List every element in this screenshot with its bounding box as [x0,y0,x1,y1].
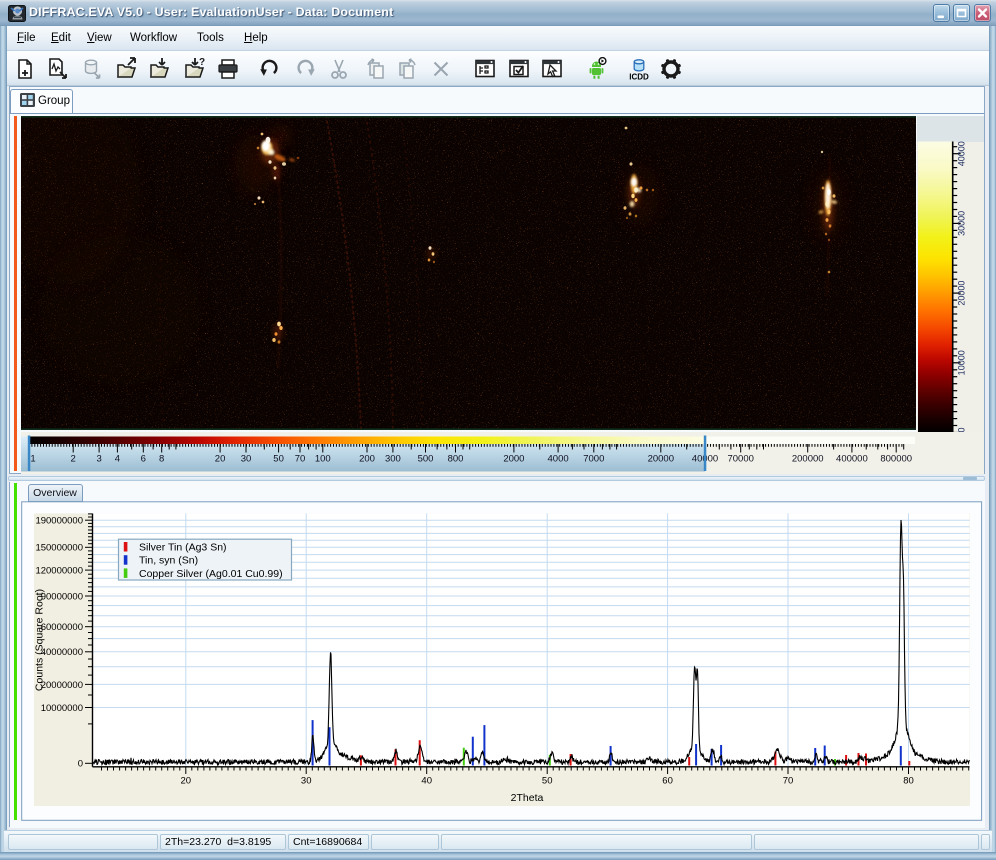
svg-text:200: 200 [359,454,375,465]
svg-text:70: 70 [783,776,794,787]
svg-text:?: ? [199,57,205,68]
svg-text:ICDD: ICDD [629,72,649,81]
svg-text:100: 100 [315,454,331,465]
svg-text:20000: 20000 [957,281,967,306]
svg-text:40000: 40000 [957,141,967,166]
svg-text:0: 0 [78,759,83,770]
svg-text:8: 8 [159,454,164,465]
svg-text:60000000: 60000000 [41,622,83,633]
svg-text:2: 2 [71,454,76,465]
svg-text:Tin, syn (Sn): Tin, syn (Sn) [139,555,198,567]
svg-text:Silver Tin (Ag3 Sn): Silver Tin (Ag3 Sn) [139,541,227,553]
svg-text:800000: 800000 [880,454,912,465]
svg-text:6: 6 [141,454,146,465]
svg-text:10000000: 10000000 [41,703,83,714]
svg-text:50: 50 [273,454,284,465]
svg-text:70000: 70000 [727,454,753,465]
svg-text:300: 300 [385,454,401,465]
svg-text:190000000: 190000000 [35,516,83,527]
svg-text:Counts (Square Root): Counts (Square Root) [34,589,46,691]
svg-text:40000000: 40000000 [41,647,83,658]
svg-text:70: 70 [295,454,306,465]
svg-text:400000: 400000 [836,454,868,465]
svg-text:500: 500 [418,454,434,465]
svg-text:20000: 20000 [648,454,674,465]
svg-text:1: 1 [30,454,35,465]
svg-text:30: 30 [241,454,252,465]
svg-text:30000: 30000 [957,211,967,236]
svg-text:3: 3 [96,454,101,465]
svg-text:4: 4 [115,454,120,465]
svg-text:7000: 7000 [583,454,604,465]
svg-text:20000000: 20000000 [41,680,83,691]
svg-text:200000: 200000 [792,454,824,465]
svg-text:150000000: 150000000 [35,543,83,554]
svg-text:4000: 4000 [548,454,569,465]
svg-text:120000000: 120000000 [35,566,83,577]
svg-text:Copper Silver (Ag0.01 Cu0.99): Copper Silver (Ag0.01 Cu0.99) [139,568,283,580]
svg-text:2000: 2000 [503,454,524,465]
svg-text:800: 800 [448,454,464,465]
svg-text:20: 20 [181,776,192,787]
svg-text:90000000: 90000000 [41,591,83,602]
svg-text:30: 30 [301,776,312,787]
svg-text:10000: 10000 [957,350,967,375]
svg-text:50: 50 [542,776,553,787]
svg-text:80: 80 [903,776,914,787]
svg-text:2Theta: 2Theta [511,792,544,804]
svg-text:60: 60 [662,776,673,787]
svg-text:40: 40 [421,776,432,787]
svg-text:20: 20 [215,454,226,465]
